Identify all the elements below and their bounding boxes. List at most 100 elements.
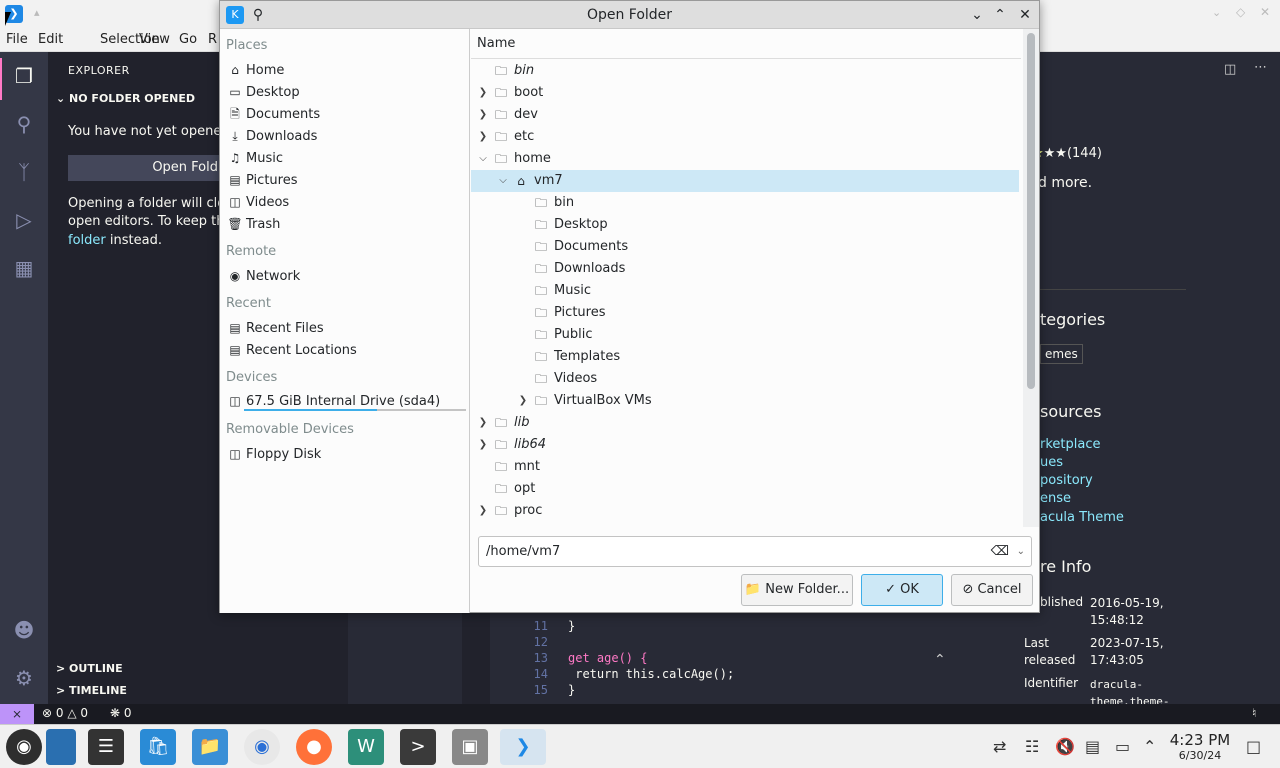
chevron-right-icon[interactable]: ❯: [477, 104, 489, 126]
outline-section[interactable]: > OUTLINE: [56, 662, 123, 675]
start-menu-icon[interactable]: ◉: [6, 729, 42, 765]
device-floppy-disk[interactable]: ◫ Floppy Disk: [226, 443, 466, 465]
place-network[interactable]: ◉ Network: [226, 265, 466, 287]
search-icon[interactable]: ⚲: [10, 110, 38, 138]
tree-row[interactable]: 🗀 mnt: [471, 456, 1019, 478]
menu-view[interactable]: View: [139, 32, 170, 47]
account-icon[interactable]: ☻: [10, 616, 38, 644]
problems-indicator[interactable]: ⊗ 0 △ 0: [42, 706, 88, 720]
place-recent-files[interactable]: ▤ Recent Files: [226, 317, 466, 339]
place-documents[interactable]: 🗎 Documents: [226, 103, 466, 125]
place-downloads[interactable]: ⤓ Downloads: [226, 125, 466, 147]
place-videos[interactable]: ◫ Videos: [226, 191, 466, 213]
notifications-bell-icon[interactable]: ♮: [1252, 706, 1256, 720]
tree-row[interactable]: ⌵ ⌂ vm7: [471, 170, 1019, 192]
menu-file[interactable]: File: [6, 32, 28, 47]
tree-row[interactable]: 🗀 Templates: [471, 346, 1019, 368]
resource-link-issues[interactable]: ues: [1040, 455, 1063, 470]
place-trash[interactable]: 🗑 Trash: [226, 213, 466, 235]
close-icon[interactable]: ✕: [1016, 6, 1034, 24]
chevron-down-icon[interactable]: ⌵: [477, 148, 489, 170]
vm-app-icon[interactable]: W: [348, 729, 384, 765]
pin-icon[interactable]: ▴: [34, 6, 40, 19]
category-tag[interactable]: emes: [1040, 344, 1083, 364]
discover-app-icon[interactable]: 🛍: [140, 729, 176, 765]
source-control-icon[interactable]: ᛉ: [10, 158, 38, 186]
chevron-down-icon[interactable]: ⌵: [497, 170, 509, 192]
open-folder-button[interactable]: Open Fold: [68, 155, 228, 181]
tray-expand-icon[interactable]: ⌃: [1143, 737, 1156, 756]
chevron-right-icon[interactable]: ❯: [477, 412, 489, 434]
menu-run[interactable]: R: [208, 32, 217, 47]
chevron-right-icon[interactable]: ❯: [477, 434, 489, 456]
tree-row[interactable]: ❯ 🗀 dev: [471, 104, 1019, 126]
cancel-button[interactable]: ⊘ Cancel: [951, 574, 1033, 606]
tree-row[interactable]: ❯ 🗀 proc: [471, 500, 1019, 522]
settings-gear-icon[interactable]: ⚙: [10, 664, 38, 692]
tree-row[interactable]: ❯ 🗀 boot: [471, 82, 1019, 104]
more-actions-icon[interactable]: ⋯: [1254, 60, 1267, 75]
tree-row[interactable]: 🗀 bin: [471, 60, 1019, 82]
tree-row[interactable]: 🗀 Music: [471, 280, 1019, 302]
folder-link[interactable]: folder: [68, 233, 106, 248]
new-folder-button[interactable]: 📁 New Folder...: [741, 574, 853, 606]
clear-icon[interactable]: ⌫: [991, 537, 1009, 566]
tree-row[interactable]: 🗀 Downloads: [471, 258, 1019, 280]
no-folder-section[interactable]: ⌄ NO FOLDER OPENED: [56, 92, 195, 105]
minimize-icon[interactable]: ⌄: [1212, 6, 1221, 19]
name-column-header[interactable]: Name: [471, 29, 1021, 59]
tree-scrollbar[interactable]: [1023, 29, 1039, 527]
resource-link-repository[interactable]: pository: [1040, 473, 1093, 488]
chevron-right-icon[interactable]: ❯: [477, 500, 489, 522]
place-pictures[interactable]: ▤ Pictures: [226, 169, 466, 191]
place-music[interactable]: ♫ Music: [226, 147, 466, 169]
tree-row[interactable]: 🗀 Documents: [471, 236, 1019, 258]
vscode-taskbar-icon[interactable]: ❯: [500, 729, 546, 765]
tree-row[interactable]: 🗀 Desktop: [471, 214, 1019, 236]
scroll-top-icon[interactable]: ⌃: [934, 652, 946, 668]
chevron-right-icon[interactable]: ❯: [477, 82, 489, 104]
firefox-icon[interactable]: ●: [296, 729, 332, 765]
maximize-icon[interactable]: ◇: [1236, 5, 1245, 19]
place-desktop[interactable]: ▭ Desktop: [226, 81, 466, 103]
file-manager-icon[interactable]: 📁: [192, 729, 228, 765]
extensions-icon[interactable]: ▦: [10, 254, 38, 282]
tree-row[interactable]: ❯ 🗀 lib64: [471, 434, 1019, 456]
timeline-section[interactable]: > TIMELINE: [56, 684, 127, 697]
chrome-icon[interactable]: ◉: [244, 729, 280, 765]
show-desktop-button[interactable]: □: [1246, 737, 1261, 756]
storage-tray-icon[interactable]: ▤: [1085, 737, 1100, 756]
path-input[interactable]: /home/vm7 ⌫ ⌄: [478, 536, 1032, 567]
volume-muted-icon[interactable]: 🔇: [1055, 737, 1075, 756]
resource-link-dracula[interactable]: acula Theme: [1040, 510, 1124, 525]
lock-app-icon[interactable]: ▣: [452, 729, 488, 765]
menu-go[interactable]: Go: [179, 32, 197, 47]
settings-app-icon[interactable]: ☰: [88, 729, 124, 765]
clipboard-tray-icon[interactable]: ☷: [1025, 737, 1039, 756]
tree-row[interactable]: ❯ 🗀 lib: [471, 412, 1019, 434]
explorer-icon[interactable]: ❐: [10, 62, 38, 90]
display-tray-icon[interactable]: ▭: [1115, 737, 1130, 756]
chevron-right-icon[interactable]: ❯: [477, 126, 489, 148]
split-editor-icon[interactable]: ◫: [1224, 62, 1236, 77]
remote-icon[interactable]: ⨯: [0, 704, 34, 724]
run-debug-icon[interactable]: ▷: [10, 206, 38, 234]
ports-indicator[interactable]: ❋ 0: [110, 706, 132, 720]
tree-row[interactable]: 🗀 opt: [471, 478, 1019, 500]
menu-edit[interactable]: Edit: [38, 32, 63, 47]
terminal-icon[interactable]: >: [400, 729, 436, 765]
maximize-icon[interactable]: ⌃: [991, 6, 1009, 24]
network-tray-icon[interactable]: ⇄: [993, 737, 1006, 756]
chevron-down-icon[interactable]: ⌄: [1017, 537, 1025, 566]
chevron-right-icon[interactable]: ❯: [517, 390, 529, 412]
tree-row[interactable]: ❯ 🗀 etc: [471, 126, 1019, 148]
tree-row[interactable]: ❯ 🗀 VirtualBox VMs: [471, 390, 1019, 412]
show-desktop-icon[interactable]: [46, 729, 76, 765]
close-icon[interactable]: ✕: [1260, 5, 1270, 19]
place-recent-locations[interactable]: ▤ Recent Locations: [226, 339, 466, 361]
minimize-icon[interactable]: ⌄: [968, 6, 986, 24]
tree-row[interactable]: 🗀 Pictures: [471, 302, 1019, 324]
resource-link-license[interactable]: ense: [1040, 491, 1071, 506]
tree-row[interactable]: 🗀 Public: [471, 324, 1019, 346]
tree-row[interactable]: ⌵ 🗀 home: [471, 148, 1019, 170]
